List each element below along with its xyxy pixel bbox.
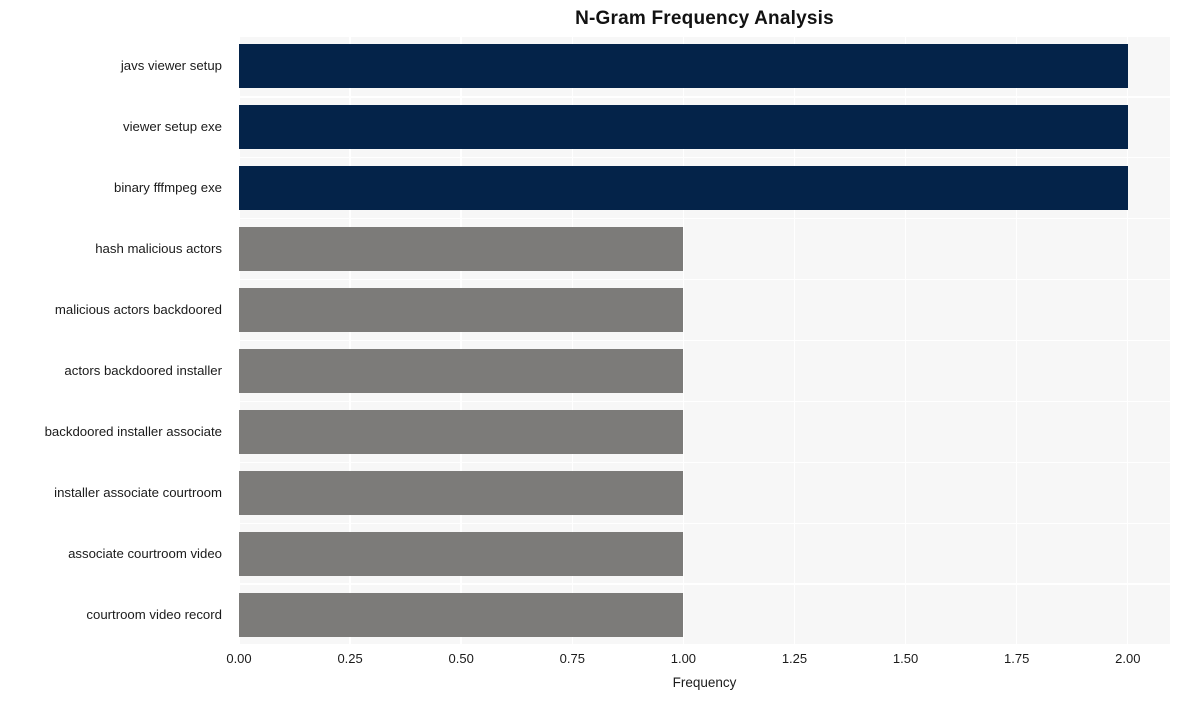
bar[interactable]	[239, 409, 684, 454]
x-tick-label: 0.75	[559, 651, 585, 666]
x-tick-label: 1.75	[1004, 651, 1030, 666]
gridline-y-10	[239, 644, 1170, 645]
y-tick-label: backdoored installer associate	[44, 423, 222, 439]
bar[interactable]	[239, 470, 684, 515]
y-tick-label: viewer setup exe	[123, 119, 222, 135]
gridline-y-6	[239, 400, 1170, 403]
bar[interactable]	[239, 348, 684, 393]
y-tick-label: actors backdoored installer	[64, 362, 222, 378]
x-axis-label: Frequency	[672, 675, 737, 690]
y-tick-label: hash malicious actors	[95, 241, 222, 257]
gridline-y-0	[239, 36, 1170, 37]
x-tick-label: 0.50	[448, 651, 474, 666]
bar[interactable]	[239, 44, 1128, 89]
plot-area	[239, 36, 1170, 645]
gridline-y-9	[239, 583, 1170, 585]
x-tick-label: 0.25	[337, 651, 363, 666]
gridline-y-3	[239, 218, 1170, 220]
x-tick-label: 1.50	[892, 651, 919, 666]
y-tick-label: malicious actors backdoored	[54, 302, 222, 318]
gridline-y-4	[239, 278, 1170, 281]
page-title: N-Gram Frequency Analysis	[575, 8, 834, 29]
bar[interactable]	[239, 166, 1128, 211]
bar[interactable]	[239, 105, 1128, 150]
gridline-y-1	[239, 96, 1170, 98]
bar[interactable]	[239, 227, 684, 272]
x-tick-label: 2.00	[1115, 651, 1141, 666]
bar[interactable]	[239, 288, 684, 333]
y-tick-label: installer associate courtroom	[54, 484, 222, 500]
y-tick-label: courtroom video record	[86, 606, 222, 622]
y-tick-label: binary fffmpeg exe	[113, 180, 222, 196]
chart-figure: N-Gram Frequency Analysis javs viewer se…	[0, 0, 1178, 701]
x-tick-label: 0.00	[226, 651, 252, 666]
y-tick-label: associate courtroom video	[68, 545, 222, 561]
gridline-y-2	[239, 157, 1170, 159]
gridline-y-8	[239, 522, 1170, 524]
gridline-y-7	[239, 461, 1170, 463]
gridline-y-5	[239, 339, 1170, 342]
bar[interactable]	[239, 531, 684, 576]
bar[interactable]	[239, 592, 684, 637]
x-tick-label: 1.25	[781, 651, 808, 666]
y-tick-label: javs viewer setup	[120, 58, 222, 74]
x-tick-label: 1.00	[670, 651, 697, 666]
